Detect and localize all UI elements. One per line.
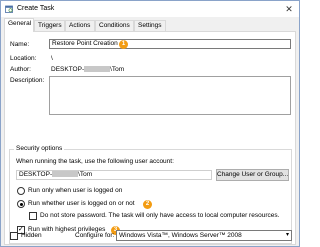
tab-general[interactable]: General <box>4 18 34 32</box>
author-prefix: DESKTOP- <box>51 66 85 73</box>
hidden-label[interactable]: Hidden <box>21 232 42 239</box>
account-prefix: DESKTOP- <box>19 171 53 178</box>
badge-1: 1 <box>119 39 128 49</box>
run-only-logged-on-label[interactable]: Run only when user is logged on <box>28 187 122 194</box>
description-label: Description: <box>10 77 45 84</box>
badge-2: 2 <box>143 200 152 209</box>
run-whether-logged-on-label[interactable]: Run whether user is logged on or not <box>28 200 135 207</box>
author-value: DESKTOP- \Tom <box>51 66 124 73</box>
change-user-or-group-button[interactable]: Change User or Group... <box>216 169 289 181</box>
author-suffix: \Tom <box>110 66 125 73</box>
security-options-title: Security options <box>14 145 65 152</box>
create-task-dialog: Create Task ✕ General Triggers Actions C… <box>0 0 300 247</box>
run-whether-logged-on-radio[interactable] <box>17 200 25 208</box>
name-label: Name: <box>10 41 30 48</box>
run-only-logged-on-radio[interactable] <box>17 187 25 195</box>
account-prompt: When running the task, use the following… <box>16 158 174 165</box>
chevron-down-icon: ▾ <box>285 232 289 238</box>
close-button[interactable]: ✕ <box>282 3 296 15</box>
configure-for-label: Configure for: <box>75 232 115 239</box>
configure-for-value: Windows Vista™, Windows Server™ 2008 <box>119 232 242 239</box>
description-textarea[interactable] <box>49 76 291 115</box>
general-panel: Name: Restore Point Creation 1 Location:… <box>4 31 296 245</box>
redacted-computer-name <box>84 66 111 73</box>
name-value: Restore Point Creation <box>52 40 118 47</box>
do-not-store-password-checkbox[interactable] <box>29 212 37 220</box>
name-field[interactable]: Restore Point Creation <box>49 39 291 49</box>
user-account-field: DESKTOP- \Tom <box>16 170 212 180</box>
account-suffix: \Tom <box>78 171 93 178</box>
author-label: Author: <box>10 66 31 73</box>
do-not-store-password-label[interactable]: Do not store password. The task will onl… <box>40 212 279 219</box>
configure-for-select[interactable]: Windows Vista™, Windows Server™ 2008 ▾ <box>116 230 292 241</box>
task-scheduler-icon <box>5 5 13 13</box>
title-bar: Create Task ✕ <box>1 1 299 17</box>
location-label: Location: <box>10 55 37 62</box>
redacted-account-name <box>52 171 79 178</box>
window-title: Create Task <box>17 5 55 12</box>
location-value: \ <box>51 55 53 62</box>
hidden-checkbox[interactable] <box>10 232 18 240</box>
